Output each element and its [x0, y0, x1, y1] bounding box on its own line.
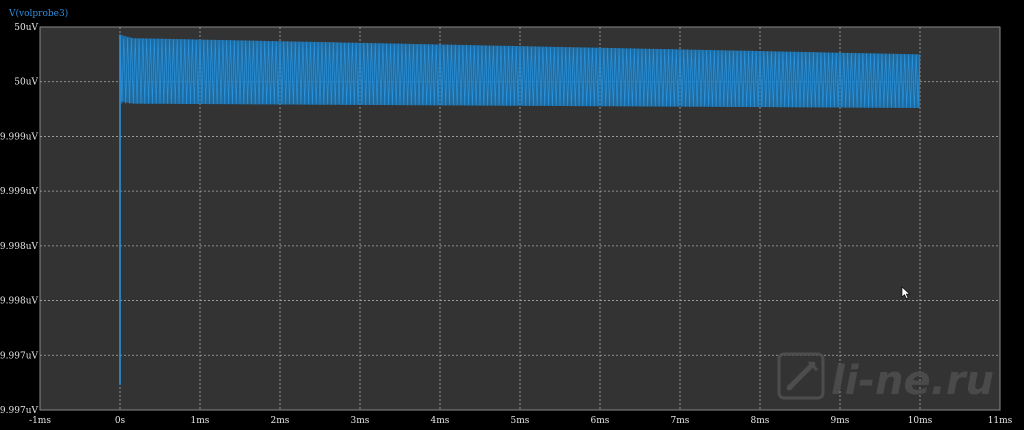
- y-tick-label: 49.999uV: [0, 132, 38, 142]
- x-tick-label: 9ms: [831, 416, 850, 426]
- x-tick-label: 4ms: [431, 416, 450, 426]
- x-tick-label: 1ms: [191, 416, 210, 426]
- x-tick-label: 5ms: [511, 416, 530, 426]
- y-tick-label: 50uV: [14, 23, 38, 33]
- watermark-text: li-ne.ru: [831, 358, 994, 404]
- x-tick-label: -1ms: [29, 416, 51, 426]
- y-tick-label: 50uV: [14, 78, 38, 88]
- x-tick-label: 3ms: [351, 416, 370, 426]
- x-tick-label: 0s: [115, 416, 126, 426]
- x-tick-label: 11ms: [988, 416, 1013, 426]
- x-tick-label: 10ms: [908, 416, 933, 426]
- y-tick-label: 49.997uV: [0, 351, 38, 361]
- x-tick-label: 7ms: [671, 416, 690, 426]
- x-tick-label: 2ms: [271, 416, 290, 426]
- x-axis: -1ms 0s 1ms 2ms 3ms 4ms 5ms 6ms 7ms 8ms 9ms 10ms 11m…: [29, 416, 1013, 426]
- y-tick-label: 49.998uV: [0, 297, 38, 307]
- x-tick-label: 8ms: [751, 416, 770, 426]
- y-tick-label: 49.997uV: [0, 406, 38, 416]
- waveform-viewer: V(volprobe3) 50uV50uV49.999uV49.999uV49.…: [0, 0, 1024, 430]
- plot-area[interactable]: 50uV 50uV 49.999uV 49.999uV 49.998uV 49.998uV…: [0, 0, 1024, 430]
- y-tick-label: 49.999uV: [0, 187, 38, 197]
- y-axis: 50uV 50uV 49.999uV 49.999uV 49.998uV 49.998uV…: [0, 23, 38, 416]
- y-tick-label: 49.998uV: [0, 242, 38, 252]
- x-tick-label: 6ms: [591, 416, 610, 426]
